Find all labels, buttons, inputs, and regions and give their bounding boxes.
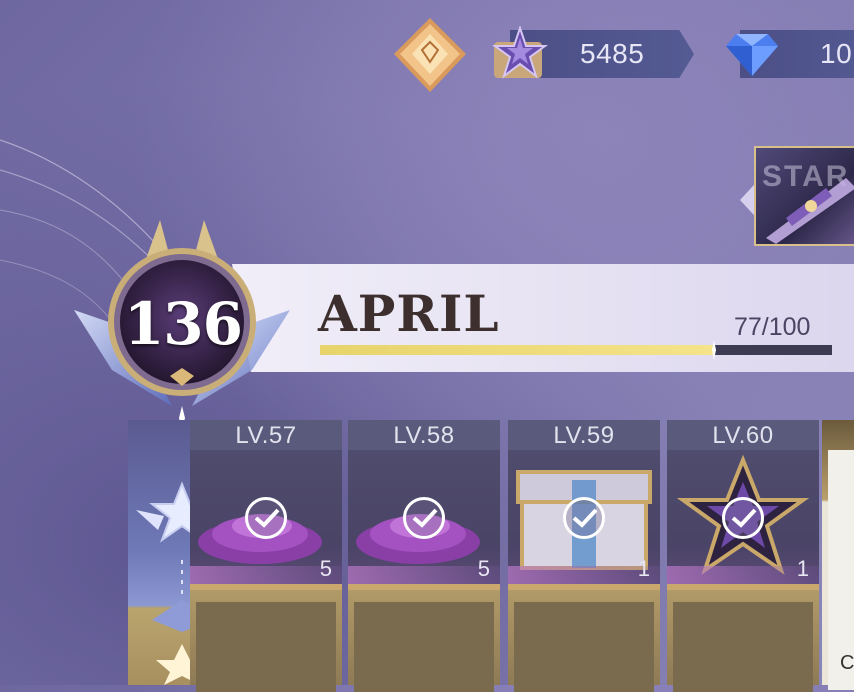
reward-level-label: LV.58 xyxy=(348,420,500,450)
player-level: 136 xyxy=(123,290,243,358)
right-panel-text: C xyxy=(840,652,854,674)
reward-level-label: LV.60 xyxy=(667,420,819,450)
reward-level-label: LV.57 xyxy=(190,420,342,450)
premium-reward-item[interactable] xyxy=(190,590,342,692)
premium-reward-slot xyxy=(514,602,654,692)
reward-column: LV.60 1 xyxy=(667,420,819,692)
season-progress-bar xyxy=(320,345,832,355)
reward-count: 5 xyxy=(477,556,490,581)
premium-reward-item[interactable] xyxy=(667,590,819,692)
claimed-check-icon xyxy=(563,497,605,539)
reward-count: 1 xyxy=(796,556,809,581)
reward-level-label: LV.59 xyxy=(508,420,660,450)
premium-reward-slot xyxy=(673,602,813,692)
reward-item[interactable]: 1 xyxy=(667,450,819,586)
season-progress-label: 77/100 xyxy=(734,313,811,341)
reward-item[interactable]: 5 xyxy=(190,450,342,586)
progress-sparkle-icon xyxy=(712,340,717,360)
diamond-icon xyxy=(726,34,778,76)
reward-column: LV.57 5 xyxy=(190,420,342,692)
star-token-icon xyxy=(491,26,549,79)
reward-item[interactable]: 1 xyxy=(508,450,660,586)
weapon-art-icon xyxy=(766,178,854,244)
season-month-title: APRIL xyxy=(318,284,500,343)
premium-reward-slot xyxy=(196,602,336,692)
premium-reward-item[interactable] xyxy=(348,590,500,692)
reward-count: 5 xyxy=(319,556,332,581)
reward-count: 1 xyxy=(637,556,650,581)
side-banner[interactable]: STAR xyxy=(754,146,854,246)
gem-book-icon[interactable] xyxy=(392,16,468,96)
right-panel-edge xyxy=(822,420,854,690)
claimed-check-icon xyxy=(245,497,287,539)
claimed-check-icon xyxy=(722,497,764,539)
reward-column: LV.59 1 xyxy=(508,420,660,692)
premium-reward-item[interactable] xyxy=(508,590,660,692)
diamond-amount: 10 xyxy=(820,38,853,69)
claimed-check-icon xyxy=(403,497,445,539)
premium-reward-slot xyxy=(354,602,494,692)
season-progress-fill xyxy=(320,345,715,355)
reward-column: LV.58 5 xyxy=(348,420,500,692)
reward-item[interactable]: 5 xyxy=(348,450,500,586)
star-token-amount: 5485 xyxy=(580,38,645,69)
